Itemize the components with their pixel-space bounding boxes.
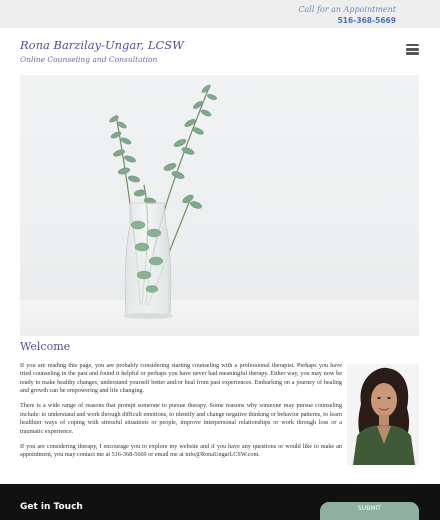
welcome-heading: Welcome [20, 340, 71, 353]
paragraph-contact: If you are considering therapy, I encour… [20, 442, 342, 459]
footer-title: Get in Touch [20, 502, 83, 512]
site-header: Rona Barzilay-Ungar, LCSW Online Counsel… [0, 28, 440, 74]
paragraph-intro: If you are reading this page, you are pr… [20, 362, 342, 395]
welcome-body: If you are reading this page, you are pr… [20, 362, 342, 466]
paragraph-reasons: There is a wide range of reasons that pr… [20, 402, 342, 435]
hamburger-menu-icon[interactable] [406, 44, 419, 55]
top-bar: Call for an Appointment 516-368-5669 [0, 0, 440, 28]
submit-button[interactable]: SUBMIT [320, 502, 419, 520]
portrait-photo [347, 364, 419, 465]
phone-link[interactable]: 516-368-5669 [338, 16, 396, 25]
site-title[interactable]: Rona Barzilay-Ungar, LCSW [20, 38, 184, 52]
site-footer: Get in Touch SUBMIT [0, 484, 440, 520]
hero-image [20, 75, 419, 336]
call-for-appointment-label: Call for an Appointment [298, 5, 396, 14]
site-tagline: Online Counseling and Consultation [20, 55, 158, 64]
therapist-portrait [347, 364, 419, 465]
eucalyptus-vase-illustration [109, 84, 217, 319]
